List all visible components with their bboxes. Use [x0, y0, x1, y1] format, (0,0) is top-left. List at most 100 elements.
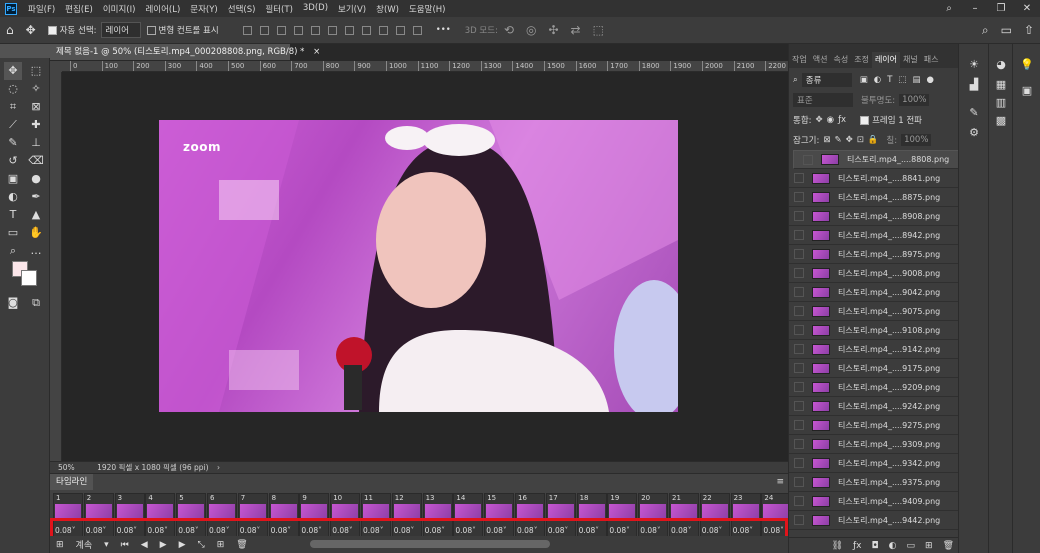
eraser-icon[interactable]: ⌫: [27, 152, 45, 170]
workspace-icon[interactable]: ▭: [1001, 23, 1012, 37]
distribute-top-icon[interactable]: [344, 25, 354, 35]
fill-field[interactable]: 100%: [901, 134, 932, 146]
lock-position-icon[interactable]: ✥: [846, 135, 853, 145]
share-icon[interactable]: ⇧: [1024, 23, 1034, 37]
layer-row[interactable]: 티스토리.mp4_....9175.png: [789, 359, 959, 378]
menu-item[interactable]: 창(W): [371, 3, 404, 15]
visibility-toggle[interactable]: [794, 363, 804, 373]
3d-pan-icon[interactable]: ✣: [548, 23, 558, 37]
distribute-left-icon[interactable]: [395, 25, 405, 35]
libraries-icon[interactable]: ▣: [1018, 84, 1036, 98]
layer-row[interactable]: 티스토리.mp4_....9209.png: [789, 378, 959, 397]
first-frame-icon[interactable]: ⏮: [121, 540, 129, 550]
close-document-icon[interactable]: ×: [313, 47, 320, 57]
document-tab[interactable]: 제목 없음-1 @ 50% (티스토리.mp4_000208808.png, R…: [50, 44, 320, 60]
panel-tab[interactable]: 패스: [921, 52, 942, 68]
brush-tool-icon[interactable]: ✎: [4, 134, 22, 152]
adjustments-icon[interactable]: ⚙: [965, 126, 983, 140]
close-button[interactable]: ✕: [1014, 0, 1040, 17]
eyedropper-icon[interactable]: ⟋: [4, 116, 22, 134]
new-group-icon[interactable]: ▭: [907, 541, 916, 551]
visibility-toggle[interactable]: [794, 401, 804, 411]
distribute-bottom-icon[interactable]: [378, 25, 388, 35]
lock-transparent-icon[interactable]: ⊠: [823, 135, 830, 145]
next-frame-icon[interactable]: ▶: [179, 540, 186, 550]
frame-tool-icon[interactable]: ⊠: [27, 98, 45, 116]
dodge-tool-icon[interactable]: ◐: [4, 188, 22, 206]
timeline-scrollbar[interactable]: [310, 540, 550, 548]
more-options-button[interactable]: •••: [436, 25, 451, 35]
filter-adjust-icon[interactable]: ◐: [874, 75, 881, 85]
visibility-toggle[interactable]: [794, 439, 804, 449]
add-mask-icon[interactable]: ◘: [872, 541, 879, 551]
visibility-toggle[interactable]: [794, 173, 804, 183]
layer-row[interactable]: 티스토리.mp4_....9008.png: [789, 264, 959, 283]
path-select-icon[interactable]: ▲: [27, 206, 45, 224]
tween-icon[interactable]: ⤡: [198, 540, 205, 550]
layer-row[interactable]: 티스토리.mp4_....8875.png: [789, 188, 959, 207]
visibility-toggle[interactable]: [794, 230, 804, 240]
document-dimensions[interactable]: 1920 픽셀 x 1080 픽셀 (96 ppi): [97, 463, 209, 472]
convert-timeline-icon[interactable]: ⊞: [56, 540, 64, 550]
learn-icon[interactable]: 💡: [1018, 58, 1036, 72]
zoom-tool-icon[interactable]: ⌕: [4, 242, 22, 260]
layer-row[interactable]: 티스토리.mp4_....9375.png: [789, 473, 959, 492]
levels-icon[interactable]: ▟: [965, 78, 983, 92]
maximize-button[interactable]: ❐: [988, 0, 1014, 17]
layer-row[interactable]: 티스토리.mp4_....8808.png: [793, 150, 959, 169]
blend-mode-dropdown[interactable]: 표준: [793, 93, 853, 107]
layer-row[interactable]: 티스토리.mp4_....9409.png: [789, 492, 959, 511]
unify-visibility-icon[interactable]: ◉: [827, 115, 834, 125]
layer-style-icon[interactable]: ƒx: [853, 541, 862, 551]
loop-dropdown-icon[interactable]: ▾: [104, 540, 109, 550]
opacity-field[interactable]: 100%: [899, 94, 930, 106]
align-center-icon[interactable]: [310, 25, 320, 35]
timeline-menu-icon[interactable]: ≡: [776, 477, 784, 487]
move-tool-icon[interactable]: ✥: [4, 62, 22, 80]
panel-tab[interactable]: 조정: [851, 52, 872, 68]
search-icon[interactable]: ⌕: [936, 0, 962, 17]
visibility-toggle[interactable]: [803, 154, 813, 165]
layer-row[interactable]: 티스토리.mp4_....8942.png: [789, 226, 959, 245]
brightness-icon[interactable]: ☀: [965, 58, 983, 72]
menu-item[interactable]: 선택(S): [223, 3, 261, 15]
3d-orbit-icon[interactable]: ⟲: [504, 23, 514, 37]
layer-row[interactable]: 티스토리.mp4_....9275.png: [789, 416, 959, 435]
brush-settings-icon[interactable]: ✎: [965, 106, 983, 120]
unify-style-icon[interactable]: ƒx: [838, 115, 846, 125]
filter-type-icon[interactable]: T: [887, 75, 892, 85]
panel-tab[interactable]: 작업: [789, 52, 810, 68]
visibility-toggle[interactable]: [794, 211, 804, 221]
layer-row[interactable]: 티스토리.mp4_....9108.png: [789, 321, 959, 340]
layer-row[interactable]: 티스토리.mp4_....9142.png: [789, 340, 959, 359]
auto-select-checkbox[interactable]: [47, 25, 57, 35]
visibility-toggle[interactable]: [794, 515, 804, 525]
menu-item[interactable]: 3D(D): [298, 3, 333, 15]
lock-all-icon[interactable]: 🔒: [868, 135, 879, 145]
lasso-tool-icon[interactable]: ◌: [4, 80, 22, 98]
layer-row[interactable]: 티스토리.mp4_....8908.png: [789, 207, 959, 226]
align-right-icon[interactable]: [327, 25, 337, 35]
align-top-icon[interactable]: [242, 25, 252, 35]
lock-pixels-icon[interactable]: ✎: [834, 135, 841, 145]
healing-brush-icon[interactable]: ✚: [27, 116, 45, 134]
delete-layer-icon[interactable]: 🗑: [943, 541, 954, 551]
pen-tool-icon[interactable]: ✒: [27, 188, 45, 206]
panel-tab[interactable]: 레이어: [871, 52, 901, 68]
visibility-toggle[interactable]: [794, 192, 804, 202]
panel-tab[interactable]: 액션: [810, 52, 831, 68]
propagate-frame-checkbox[interactable]: [860, 115, 870, 125]
layer-row[interactable]: 티스토리.mp4_....9342.png: [789, 454, 959, 473]
menu-item[interactable]: 보기(V): [333, 3, 371, 15]
visibility-toggle[interactable]: [794, 306, 804, 316]
3d-scale-icon[interactable]: ⬚: [593, 23, 604, 37]
filter-shape-icon[interactable]: ⬚: [898, 75, 906, 85]
rectangle-tool-icon[interactable]: ▭: [4, 224, 22, 242]
layer-row[interactable]: 티스토리.mp4_....9042.png: [789, 283, 959, 302]
visibility-toggle[interactable]: [794, 496, 804, 506]
visibility-toggle[interactable]: [794, 420, 804, 430]
visibility-toggle[interactable]: [794, 477, 804, 487]
layer-row[interactable]: 티스토리.mp4_....8841.png: [789, 169, 959, 188]
loop-options-dropdown[interactable]: 계속: [76, 538, 93, 551]
transform-controls-checkbox[interactable]: [146, 25, 156, 35]
